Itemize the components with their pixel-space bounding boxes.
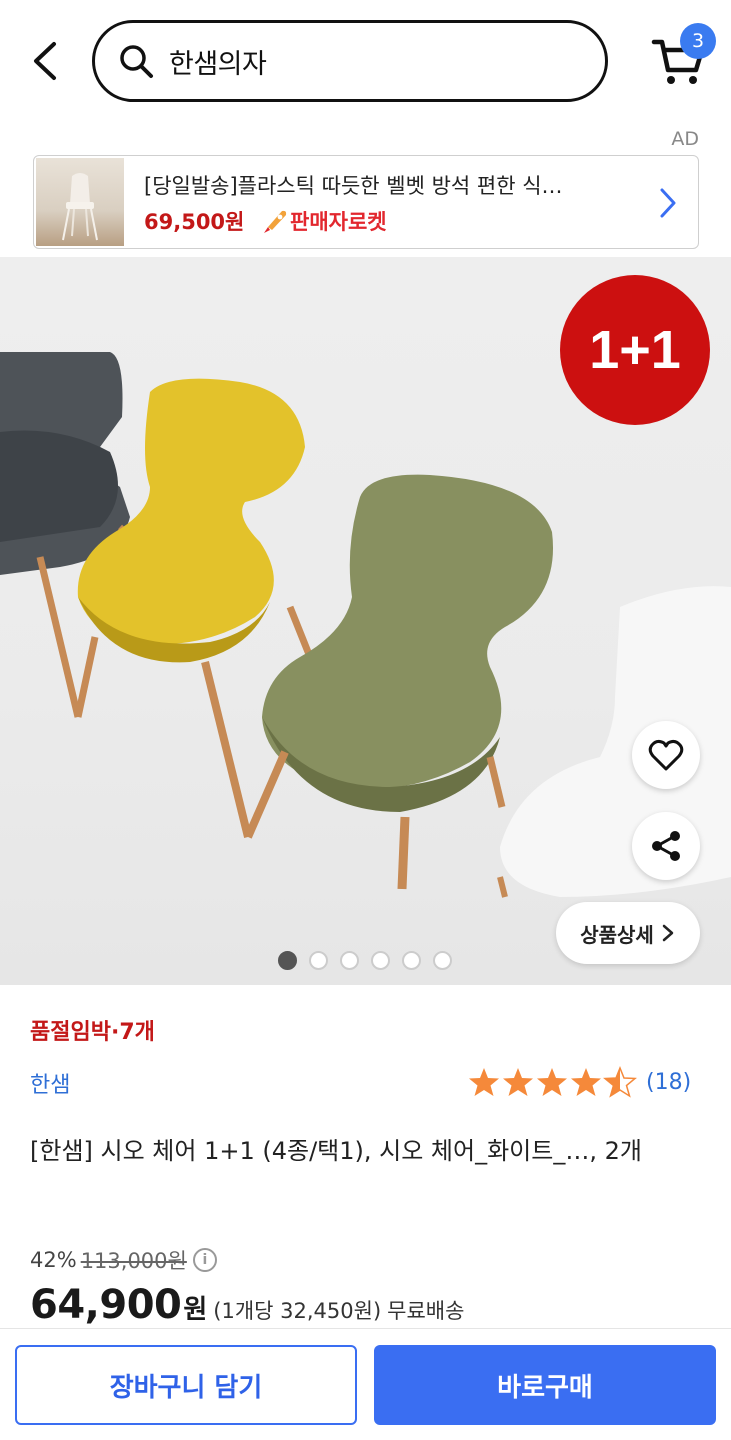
carousel-dot[interactable] [371, 951, 390, 970]
share-icon [652, 831, 680, 861]
seller-rocket-badge: 판매자로켓 [260, 206, 387, 236]
star-rating-icon [469, 1067, 636, 1097]
wishlist-button[interactable] [632, 721, 700, 789]
search-input[interactable]: 한샘의자 [92, 20, 608, 102]
product-detail-label: 상품상세 [580, 922, 654, 947]
rating-stars[interactable]: (18) [468, 1065, 691, 1099]
brand-link[interactable]: 한샘 [30, 1067, 70, 1099]
stock-status: 품절임박·7개 [30, 1020, 155, 1045]
chevron-right-icon [662, 924, 674, 942]
back-button[interactable] [26, 38, 66, 84]
rating-count: (18) [646, 1069, 692, 1095]
product-title: [한샘] 시오 체어 1+1 (4종/택1), 시오 체어_화이트_…, 2개 [30, 1137, 642, 1165]
discount-rate: 42% [30, 1248, 77, 1272]
sale-price: 64,900 [30, 1282, 182, 1328]
add-to-cart-button[interactable]: 장바구니 담기 [15, 1345, 357, 1425]
ad-thumbnail [36, 158, 124, 246]
seller-rocket-label: 판매자로켓 [290, 210, 387, 234]
carousel-dot[interactable] [278, 951, 297, 970]
cart-count-badge: 3 [680, 23, 716, 59]
original-price: 113,000원 [80, 1249, 187, 1273]
share-button[interactable] [632, 812, 700, 880]
chair-thumbnail-image [62, 173, 98, 241]
carousel-dot[interactable] [433, 951, 452, 970]
header-bar: 한샘의자 3 [0, 0, 731, 122]
carousel-pagination [278, 951, 452, 970]
heart-icon [648, 739, 684, 771]
product-detail-button[interactable]: 상품상세 [556, 902, 700, 964]
carousel-dot[interactable] [309, 951, 328, 970]
unit-price: (1개당 32,450원) [213, 1299, 382, 1323]
price-row: 64,900 원 (1개당 32,450원) 무료배송 [30, 1282, 464, 1328]
chevron-right-icon [660, 188, 676, 218]
ad-label: AD [671, 128, 699, 150]
discount-row: 42% 113,000원 i [30, 1245, 217, 1275]
rocket-icon [264, 210, 287, 233]
buy-now-button[interactable]: 바로구매 [374, 1345, 716, 1425]
carousel-dot[interactable] [340, 951, 359, 970]
bottom-action-bar: 장바구니 담기 바로구매 [0, 1328, 731, 1440]
ad-price: 69,500원 [144, 210, 245, 234]
shipping-info: 무료배송 [387, 1299, 465, 1323]
search-icon [120, 45, 153, 78]
product-image-carousel[interactable]: 1+1 상품상세 [0, 257, 731, 985]
ad-title: [당일발송]플라스틱 따듯한 벨벳 방석 편한 식… [144, 174, 563, 198]
price-unit: 원 [183, 1295, 208, 1325]
info-icon[interactable]: i [192, 1248, 217, 1272]
back-arrow-icon [34, 42, 56, 80]
promo-1plus1-badge: 1+1 [560, 275, 710, 425]
search-query-text: 한샘의자 [169, 48, 267, 80]
ad-banner[interactable]: [당일발송]플라스틱 따듯한 벨벳 방석 편한 식… 69,500원 판매자로켓 [33, 155, 699, 249]
carousel-dot[interactable] [402, 951, 421, 970]
